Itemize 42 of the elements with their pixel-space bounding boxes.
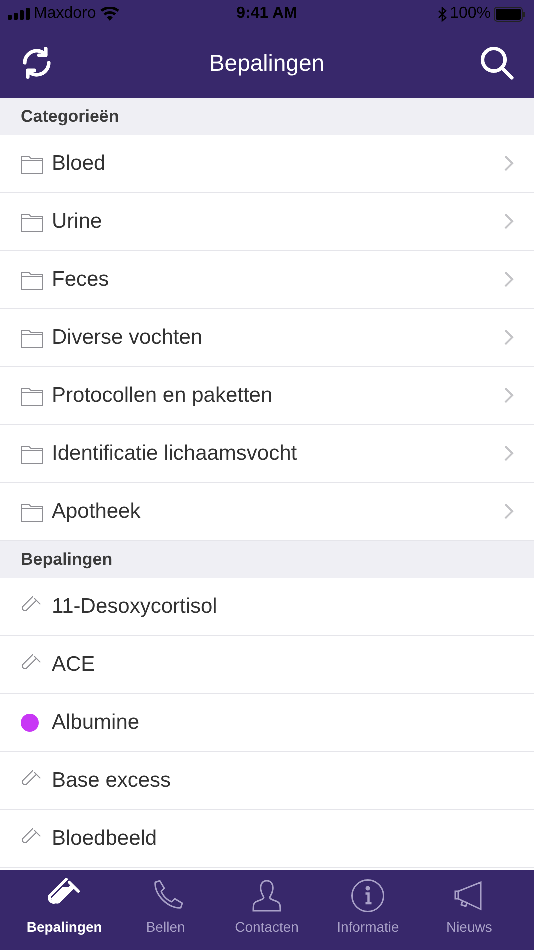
item-label: Protocollen en paketten xyxy=(52,382,274,409)
folder-icon xyxy=(21,502,44,522)
chevron-right-icon xyxy=(504,503,514,520)
folder-icon xyxy=(21,154,44,174)
item-label: Bloed xyxy=(52,150,107,177)
info-icon xyxy=(350,878,386,914)
battery-percent: 100% xyxy=(450,4,492,24)
chevron-right-icon xyxy=(504,445,514,462)
bluetooth-icon xyxy=(438,6,448,22)
item-label: Apotheek xyxy=(52,498,142,525)
folder-icon xyxy=(21,212,44,232)
section-header: Bepalingen xyxy=(0,541,534,578)
chevron-right-icon xyxy=(504,155,514,172)
item-label: 11-Desoxycortisol xyxy=(52,594,218,620)
item-label: Albumine xyxy=(52,710,141,736)
item-label: Base excess xyxy=(52,768,172,794)
tab-bar-item[interactable]: Contacten xyxy=(216,870,318,950)
tab-bar-item[interactable]: Nieuws xyxy=(418,870,520,950)
chevron-right-icon xyxy=(504,271,514,288)
carrier-name: Maxdoro xyxy=(34,4,96,24)
item-label: Diverse vochten xyxy=(52,324,204,351)
folder-icon xyxy=(21,328,44,348)
folder-icon xyxy=(21,386,44,406)
folder-icon xyxy=(21,444,44,464)
chevron-right-icon xyxy=(504,329,514,346)
wifi-icon xyxy=(100,7,120,21)
signal-icon xyxy=(8,8,30,20)
item-label: ACE xyxy=(52,652,96,678)
chevron-right-icon xyxy=(504,213,514,230)
clock-time: 9:41 AM xyxy=(236,4,298,24)
tab-bar-item[interactable]: Bellen xyxy=(115,870,216,950)
tab-bar-item[interactable]: Informatie xyxy=(318,870,419,950)
chevron-right-icon xyxy=(504,387,514,404)
screen-title: Bepalingen xyxy=(209,48,325,78)
item-label: Urine xyxy=(52,208,104,235)
item-label: Identificatie lichaamsvocht xyxy=(52,440,298,467)
item-label: Bloedbeeld xyxy=(52,826,158,852)
section-header: Categorieën xyxy=(0,98,534,135)
battery-icon xyxy=(494,6,526,22)
item-label: Feces xyxy=(52,266,110,293)
tab-bar-item[interactable]: Bepalingen xyxy=(14,870,116,950)
folder-icon xyxy=(21,270,44,290)
